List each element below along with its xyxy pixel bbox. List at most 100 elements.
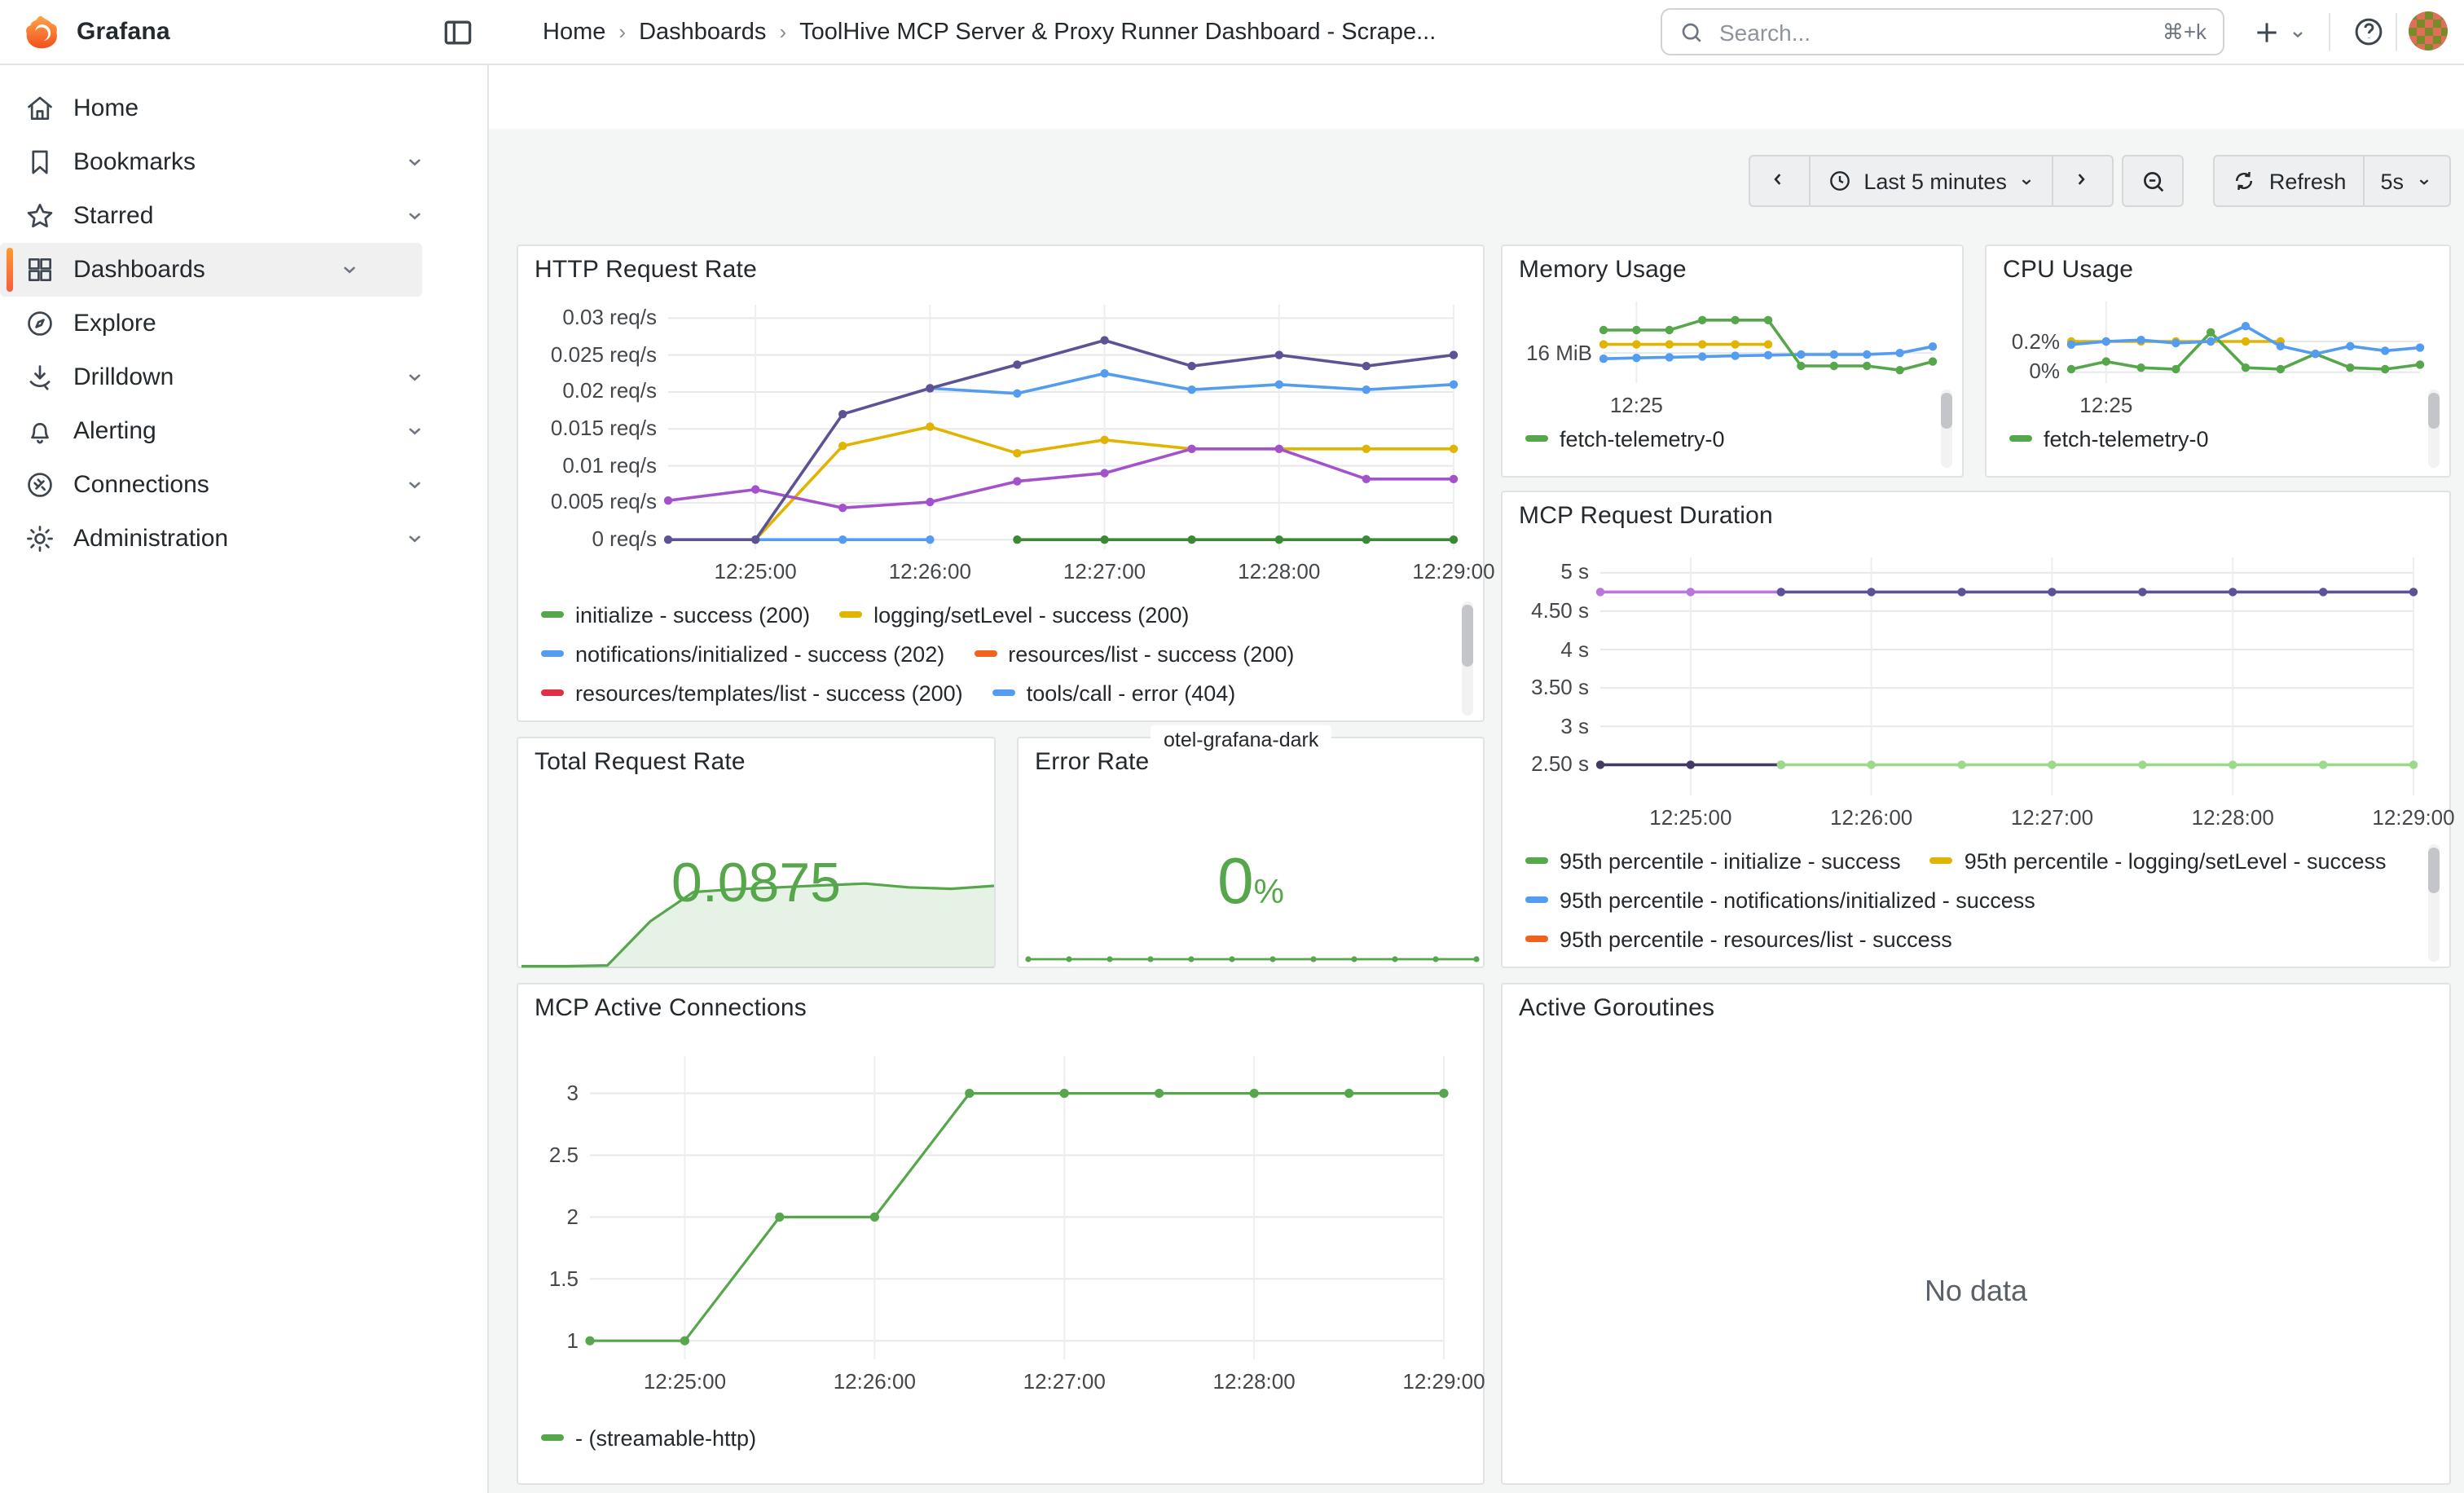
y-tick-label: 1 — [567, 1328, 579, 1352]
mcp-active-connections-chart[interactable]: 32.521.5112:25:0012:26:0012:27:0012:28:0… — [531, 1030, 1473, 1408]
sidebar-item-administration[interactable]: Administration — [0, 512, 487, 566]
sidebar-item-home[interactable]: Home — [0, 81, 487, 135]
legend-scrollbar[interactable] — [2428, 844, 2440, 962]
x-tick-label: 12:26:00 — [834, 1369, 916, 1394]
chevron-down-icon[interactable] — [404, 205, 425, 227]
legend-scrollbar[interactable] — [1462, 601, 1473, 716]
legend-item[interactable]: notifications/initialized - success (202… — [541, 641, 944, 666]
panel-http-request-rate: HTTP Request Rate 0 req/s0.005 req/s0.01… — [517, 244, 1485, 722]
legend-scrollbar[interactable] — [1941, 390, 1952, 468]
chevron-down-icon[interactable] — [404, 474, 425, 495]
refresh-interval-picker[interactable]: 5s — [2364, 155, 2451, 207]
x-tick-label: 12:27:00 — [2011, 805, 2093, 830]
sidebar-item-dashboards[interactable]: Dashboards — [0, 243, 422, 297]
http-request-rate-chart[interactable]: 0 req/s0.005 req/s0.01 req/s0.015 req/s0… — [531, 292, 1473, 588]
breadcrumb: Home › Dashboards › ToolHive MCP Server … — [543, 0, 1436, 64]
add-chevron-down-icon[interactable] — [2288, 24, 2308, 44]
help-icon[interactable] — [2352, 15, 2384, 47]
error-rate-sparkline[interactable] — [1022, 934, 1483, 963]
y-tick-label: 0.01 req/s — [562, 453, 657, 478]
home-icon — [24, 93, 55, 124]
http-legend: initialize - success (200) logging/setLev… — [541, 595, 1460, 720]
x-tick-label: 12:26:00 — [889, 559, 971, 584]
sidebar-item-label: Bookmarks — [73, 148, 196, 176]
duration-legend: 95th percentile - initialize - success 95… — [1525, 841, 2427, 967]
legend-item[interactable]: 95th percentile - resources/list - succe… — [1525, 927, 1952, 951]
chevron-down-icon[interactable] — [404, 528, 425, 549]
sidebar-item-bookmarks[interactable]: Bookmarks — [0, 135, 487, 189]
breadcrumb-home[interactable]: Home — [543, 19, 605, 45]
chevron-down-icon[interactable] — [339, 259, 360, 280]
sidebar-item-connections[interactable]: Connections — [0, 458, 487, 512]
panel-cpu-usage: CPU Usage 0.2%0%12:25 fetch-telemetry-0 — [1985, 244, 2451, 478]
legend-item[interactable]: logging/setLevel - success (200) — [839, 602, 1189, 627]
y-tick-label: 3.50 s — [1531, 675, 1589, 699]
panel-title[interactable]: CPU Usage — [2003, 256, 2133, 284]
panel-title[interactable]: MCP Request Duration — [1519, 502, 1773, 530]
x-tick-label: 12:28:00 — [1212, 1369, 1295, 1394]
legend-item[interactable]: 95th percentile - initialize - success — [1525, 848, 1901, 873]
refresh-button[interactable]: Refresh — [2214, 155, 2365, 207]
chevron-down-icon — [2415, 172, 2433, 190]
legend-scrollbar[interactable] — [2428, 390, 2440, 468]
sidebar-item-starred[interactable]: Starred — [0, 189, 487, 243]
breadcrumb-dashboards[interactable]: Dashboards — [639, 19, 766, 45]
memory-usage-chart[interactable]: 16 MiB12:25 — [1512, 292, 1949, 416]
y-tick-label: 0.025 req/s — [551, 342, 657, 367]
x-tick-label: 12:25:00 — [1649, 805, 1731, 830]
y-tick-label: 2.50 s — [1531, 751, 1589, 776]
x-tick-label: 12:25 — [1610, 393, 1663, 417]
legend-chip — [1930, 857, 1953, 864]
legend-chip — [1525, 936, 1548, 942]
panel-title[interactable]: Total Request Rate — [535, 748, 746, 776]
x-tick-label: 12:25:00 — [644, 1369, 726, 1394]
time-range-group: Last 5 minutes — [1748, 155, 2114, 207]
cpu-usage-chart[interactable]: 0.2%0%12:25 — [1996, 292, 2436, 416]
search-input[interactable] — [1716, 17, 2151, 46]
search-box[interactable]: ⌘+k — [1661, 8, 2224, 55]
sidebar-collapse-icon[interactable] — [440, 15, 476, 51]
legend-item[interactable]: resources/templates/list - success (200) — [541, 680, 963, 705]
legend-item[interactable]: 95th percentile - notifications/initiali… — [1525, 887, 2035, 912]
panel-title[interactable]: MCP Active Connections — [535, 994, 807, 1022]
legend-chip — [1525, 857, 1548, 864]
chevron-down-icon[interactable] — [404, 421, 425, 442]
bookmark-icon — [24, 147, 55, 178]
sidebar-item-alerting[interactable]: Alerting — [0, 404, 487, 458]
time-range-picker[interactable]: Last 5 minutes — [1810, 155, 2054, 207]
time-shift-forward-button[interactable] — [2054, 155, 2114, 207]
panel-title[interactable]: Active Goroutines — [1519, 994, 1714, 1022]
sidebar-item-drilldown[interactable]: Drilldown — [0, 350, 487, 404]
sidebar-item-label: Alerting — [73, 417, 156, 445]
time-range-label: Last 5 minutes — [1863, 169, 2007, 193]
y-tick-label: 0.015 req/s — [551, 416, 657, 440]
sidebar-item-label: Administration — [73, 525, 228, 553]
zoom-out-button[interactable] — [2123, 155, 2185, 207]
mcp-request-duration-chart[interactable]: 5 s4.50 s4 s3.50 s3 s2.50 s12:25:0012:26… — [1516, 538, 2440, 835]
panel-total-request-rate: Total Request Rate 0.0875 — [517, 737, 996, 968]
grafana-app: Grafana Home › Dashboards › ToolHive MCP… — [0, 0, 2464, 1493]
chevron-down-icon[interactable] — [404, 367, 425, 388]
x-tick-label: 12:29:00 — [2372, 805, 2454, 830]
y-tick-label: 2 — [567, 1204, 579, 1228]
grafana-logo-icon — [23, 13, 60, 51]
legend-item[interactable]: - (streamable-http) — [541, 1425, 756, 1450]
time-shift-back-button[interactable] — [1748, 155, 1810, 207]
legend-item[interactable]: 95th percentile - resources/templates/li… — [1525, 966, 2053, 967]
compass-icon — [24, 308, 55, 339]
legend-item[interactable]: initialize - success (200) — [541, 602, 810, 627]
sidebar-item-explore[interactable]: Explore — [0, 297, 487, 350]
legend-item[interactable]: 95th percentile - logging/setLevel - suc… — [1930, 848, 2387, 873]
chevron-down-icon[interactable] — [404, 152, 425, 173]
panel-title[interactable]: HTTP Request Rate — [535, 256, 757, 284]
user-avatar[interactable] — [2409, 11, 2448, 51]
panel-title[interactable]: Memory Usage — [1519, 256, 1687, 284]
breadcrumb-current: ToolHive MCP Server & Proxy Runner Dashb… — [799, 19, 1436, 45]
legend-item[interactable]: fetch-telemetry-0 — [2009, 426, 2209, 451]
y-tick-label: 3 — [567, 1081, 579, 1105]
legend-item[interactable]: fetch-telemetry-0 — [1525, 426, 1725, 451]
add-button[interactable] — [2251, 16, 2283, 49]
panel-title[interactable]: Error Rate — [1035, 748, 1149, 776]
legend-item[interactable]: resources/list - success (200) — [974, 641, 1294, 666]
legend-item[interactable]: tools/call - error (404) — [992, 680, 1236, 705]
